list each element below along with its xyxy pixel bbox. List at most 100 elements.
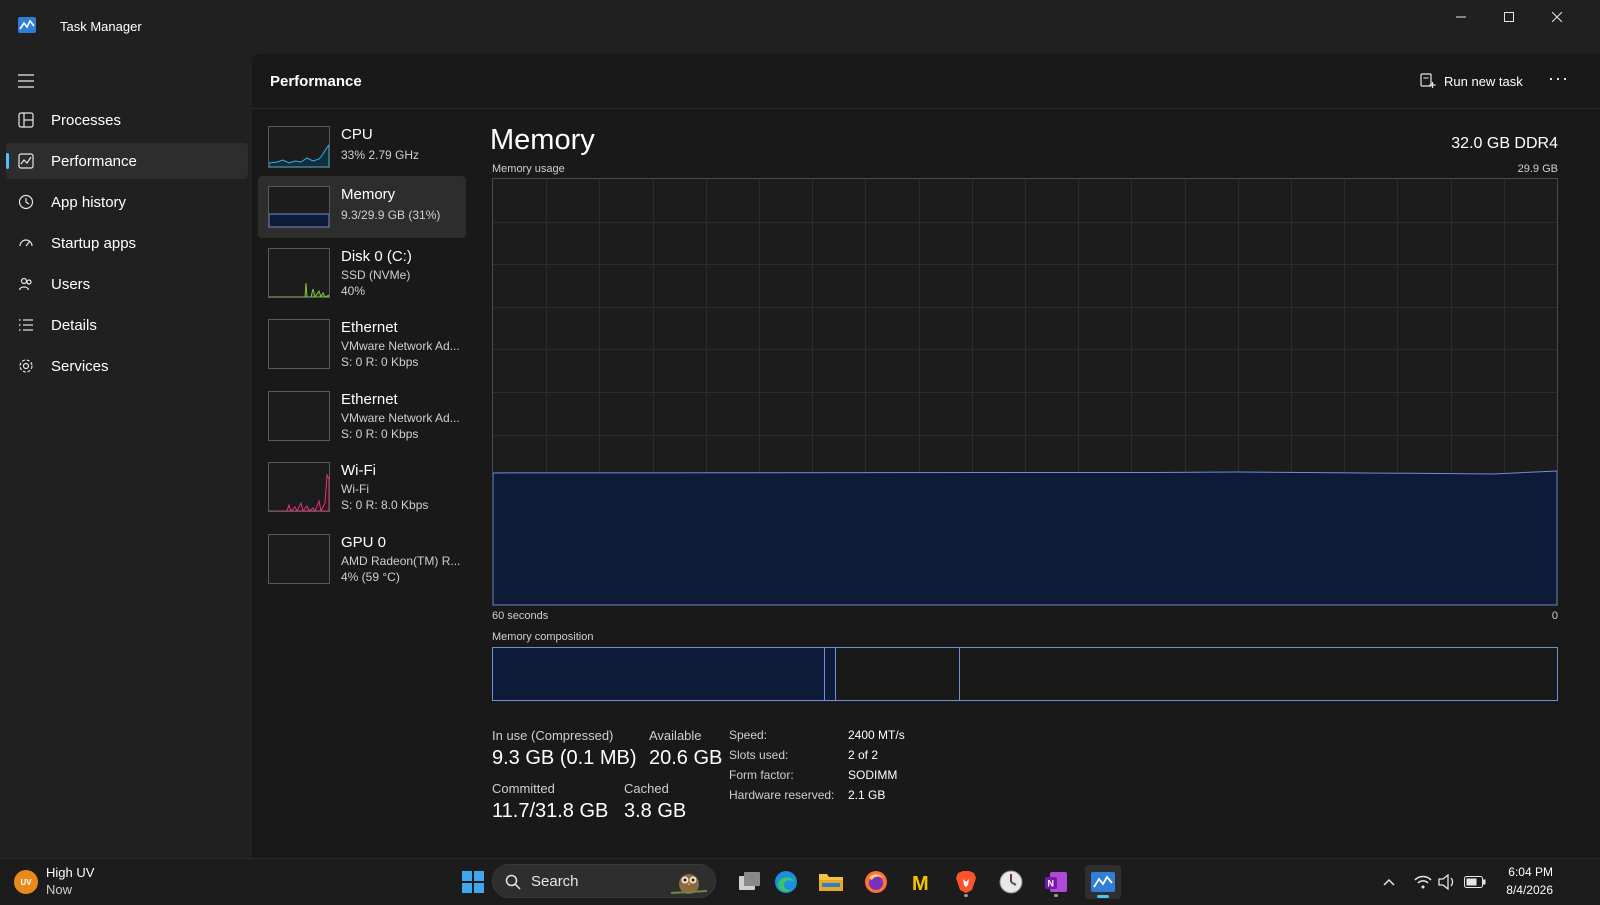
- window-title: Task Manager: [60, 19, 142, 34]
- uv-badge-icon: UV: [14, 870, 38, 894]
- resource-detail: 9.3/29.9 GB (31%): [341, 208, 441, 222]
- task-manager-app-icon: [18, 17, 36, 33]
- resource-item-cpu[interactable]: CPU 33% 2.79 GHz: [258, 118, 466, 176]
- windows-start-icon[interactable]: [462, 871, 484, 893]
- taskbar-m-app[interactable]: M: [905, 866, 937, 898]
- sidebar-item-label: App history: [51, 194, 127, 211]
- resource-item-wifi[interactable]: Wi-Fi Wi-Fi S: 0 R: 8.0 Kbps: [258, 454, 466, 520]
- available-value: 20.6 GB: [649, 747, 723, 769]
- taskbar-file-explorer[interactable]: [815, 866, 847, 898]
- network-volume-battery-tray[interactable]: [1414, 872, 1486, 892]
- sidebar-item-label: Details: [51, 317, 97, 334]
- title-bar: Task Manager: [0, 0, 1600, 54]
- resource-detail: S: 0 R: 0 Kbps: [341, 427, 419, 441]
- available-label: Available: [649, 728, 702, 743]
- onenote-icon: N: [1045, 872, 1067, 892]
- resource-item-disk[interactable]: Disk 0 (C:) SSD (NVMe) 40%: [258, 240, 466, 306]
- resource-name: Ethernet: [341, 319, 398, 336]
- resource-name: Memory: [341, 186, 396, 203]
- graph-time-right-label: 0: [1551, 610, 1558, 622]
- taskbar-edge[interactable]: [770, 866, 802, 898]
- resource-item-gpu[interactable]: GPU 0 AMD Radeon(TM) R... 4% (59 °C): [258, 526, 466, 592]
- memory-usage-label: Memory usage: [492, 163, 565, 175]
- run-new-task-label: Run new task: [1444, 73, 1523, 89]
- details-list-icon: [19, 319, 33, 331]
- resource-item-memory[interactable]: Memory 9.3/29.9 GB (31%): [258, 176, 466, 238]
- battery-icon: [1464, 876, 1486, 888]
- speed-value: 2400 MT/s: [848, 728, 905, 742]
- sidebar-item-performance[interactable]: Performance: [6, 143, 248, 179]
- users-icon: [18, 277, 32, 291]
- sidebar-item-label: Performance: [51, 153, 137, 170]
- clock-date[interactable]: 8/4/2026: [1506, 883, 1553, 897]
- composition-standby-segment: [836, 648, 960, 700]
- in-use-label: In use (Compressed): [492, 728, 614, 743]
- committed-value: 11.7/31.8 GB: [492, 800, 609, 822]
- sidebar-item-label: Startup apps: [51, 235, 137, 252]
- speed-label: Speed:: [729, 728, 768, 742]
- m-app-icon: M: [912, 873, 929, 894]
- taskbar-search[interactable]: Search: [492, 864, 716, 898]
- resource-detail: 40%: [341, 284, 366, 298]
- memory-usage-max: 29.9 GB: [1517, 163, 1558, 175]
- resource-detail: AMD Radeon(TM) R...: [341, 554, 461, 568]
- sidebar-item-app-history[interactable]: App history: [6, 184, 248, 220]
- maximize-icon: [1504, 12, 1514, 22]
- resource-detail: VMware Network Ad...: [341, 411, 460, 425]
- run-new-task-button[interactable]: Run new task: [1420, 70, 1523, 92]
- sidebar-item-services[interactable]: Services: [6, 348, 248, 384]
- in-use-value: 9.3 GB (0.1 MB): [492, 747, 637, 769]
- task-manager-icon: [1091, 872, 1115, 892]
- edge-browser-icon: [775, 871, 797, 893]
- clock-time[interactable]: 6:04 PM: [1508, 865, 1553, 879]
- resource-detail: S: 0 R: 0 Kbps: [341, 355, 419, 369]
- volume-icon: [1438, 874, 1454, 890]
- taskbar-task-manager[interactable]: [1085, 865, 1121, 899]
- wifi-icon: [1414, 875, 1432, 889]
- performance-icon: [18, 153, 34, 169]
- file-explorer-icon: [819, 874, 843, 891]
- main-panel: Performance Run new task ··· CPU 33% 2.7…: [252, 54, 1600, 858]
- resource-name: Disk 0 (C:): [341, 248, 412, 265]
- svg-text:N: N: [1048, 879, 1055, 889]
- active-indicator: [6, 153, 9, 169]
- minimize-button[interactable]: [1438, 0, 1484, 34]
- search-placeholder: Search: [531, 873, 579, 890]
- sidebar-item-label: Users: [51, 276, 91, 293]
- resource-name: Ethernet: [341, 391, 398, 408]
- taskbar-firefox[interactable]: [860, 866, 892, 898]
- resource-detail: 4% (59 °C): [341, 570, 400, 584]
- taskbar-task-view[interactable]: [734, 866, 766, 898]
- taskbar-brave[interactable]: [950, 866, 982, 898]
- close-button[interactable]: [1534, 0, 1580, 34]
- maximize-button[interactable]: [1486, 0, 1532, 34]
- gpu-thumbnail-graph: [268, 534, 330, 584]
- services-gear-icon: [19, 359, 33, 373]
- sidebar-item-details[interactable]: Details: [6, 307, 248, 343]
- taskbar-clock-app[interactable]: [995, 866, 1027, 898]
- cached-label: Cached: [624, 781, 669, 796]
- resource-detail: VMware Network Ad...: [341, 339, 460, 353]
- taskbar-onenote[interactable]: N: [1040, 866, 1072, 898]
- more-options-button[interactable]: ···: [1548, 68, 1569, 89]
- resource-item-ethernet-1[interactable]: Ethernet VMware Network Ad... S: 0 R: 0 …: [258, 311, 466, 377]
- sidebar-item-processes[interactable]: Processes: [6, 102, 248, 138]
- sidebar-item-startup-apps[interactable]: Startup apps: [6, 225, 248, 261]
- firefox-icon: [865, 871, 887, 893]
- memory-usage-chart: [493, 179, 1557, 605]
- memory-spec: 32.0 GB DDR4: [1451, 135, 1558, 152]
- sidebar-item-users[interactable]: Users: [6, 266, 248, 302]
- hardware-reserved-label: Hardware reserved:: [729, 788, 835, 802]
- memory-thumbnail-graph: [268, 186, 330, 228]
- resource-name: Wi-Fi: [341, 462, 376, 479]
- disk-thumbnail-graph: [268, 248, 330, 298]
- resource-detail: 33% 2.79 GHz: [341, 148, 420, 162]
- weather-title: High UV: [46, 865, 95, 880]
- graph-time-left-label: 60 seconds: [492, 610, 549, 622]
- resource-item-ethernet-2[interactable]: Ethernet VMware Network Ad... S: 0 R: 0 …: [258, 383, 466, 449]
- show-hidden-icons-button[interactable]: [1382, 872, 1396, 892]
- form-factor-value: SODIMM: [848, 768, 898, 782]
- committed-label: Committed: [492, 781, 555, 796]
- cached-value: 3.8 GB: [624, 800, 687, 822]
- hamburger-menu-icon[interactable]: [18, 74, 36, 88]
